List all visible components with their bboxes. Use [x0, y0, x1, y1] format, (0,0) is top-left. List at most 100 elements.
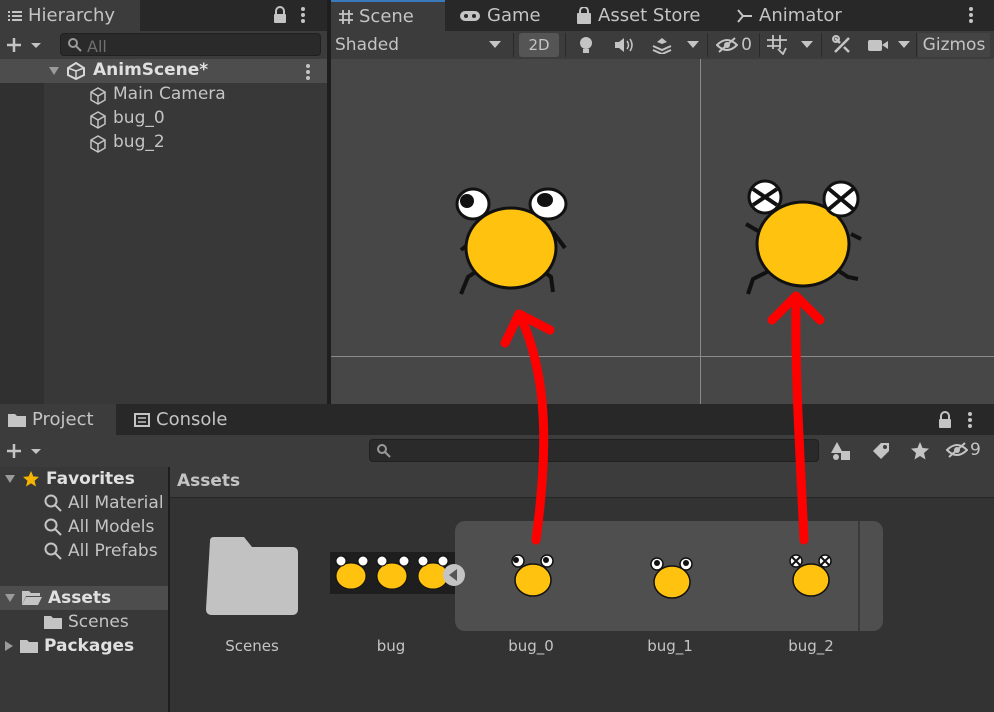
search-icon — [44, 518, 62, 536]
chevron-down-icon — [687, 41, 699, 49]
scenes-folder-icon[interactable] — [206, 537, 298, 615]
favorites-item[interactable]: All Models — [44, 515, 154, 539]
2d-toggle-button[interactable]: 2D — [519, 33, 559, 57]
scene-row[interactable]: AnimScene* — [0, 59, 327, 83]
grid-toggle[interactable] — [761, 31, 793, 59]
project-tree: Favorites All Material All Models All Pr… — [0, 467, 168, 712]
tree-item-assets[interactable]: Assets — [0, 586, 168, 610]
tab-hierarchy[interactable]: Hierarchy — [0, 0, 140, 31]
filter-by-type-icon[interactable] — [830, 441, 852, 461]
chevron-down-icon — [489, 41, 501, 49]
gameobject-icon — [88, 110, 108, 130]
favorites-item-label: All Material — [68, 493, 164, 513]
bug-0-asset-icon[interactable] — [509, 553, 557, 599]
effects-toggle[interactable] — [645, 31, 679, 59]
tab-console[interactable]: Console — [126, 404, 246, 435]
bug-1-asset-icon[interactable] — [648, 555, 696, 601]
eye-slash-icon — [716, 37, 739, 53]
hierarchy-item[interactable]: bug_0 — [0, 107, 327, 131]
tree-item-packages[interactable]: Packages — [0, 634, 134, 658]
folder-icon — [8, 413, 26, 427]
scene-menu-icon[interactable] — [305, 64, 311, 80]
tab-animator[interactable]: Animator — [729, 0, 849, 31]
project-tabbar: Project Console — [0, 404, 994, 435]
grid-axis-vertical — [700, 59, 701, 404]
camera-toggle[interactable] — [863, 31, 893, 59]
grid-icon — [339, 9, 353, 24]
asset-label: bug_2 — [788, 637, 834, 655]
bug-0-sprite[interactable] — [453, 182, 573, 304]
add-icon[interactable] — [5, 36, 45, 54]
breadcrumb-assets[interactable]: Assets — [177, 471, 240, 491]
favorites-item[interactable]: All Prefabs — [44, 539, 158, 563]
hidden-packages-toggle[interactable]: 9 — [946, 440, 981, 460]
grid-axis-horizontal — [331, 356, 994, 357]
asset-grid: Assets Scenes bug bug_0 bug_1 bug_2 — [170, 467, 994, 712]
collapse-arrow-icon[interactable] — [442, 563, 466, 587]
layers-effects-icon — [651, 36, 673, 54]
tab-scene[interactable]: Scene — [331, 0, 445, 31]
bug-spritesheet-thumbnail[interactable] — [330, 552, 455, 594]
favorites-row[interactable]: Favorites — [0, 467, 168, 491]
favorites-item-label: All Prefabs — [68, 541, 158, 561]
tab-project[interactable]: Project — [0, 404, 116, 435]
camera-dropdown[interactable] — [893, 31, 915, 59]
add-icon[interactable] — [5, 442, 45, 460]
tab-asset-store[interactable]: Asset Store — [568, 0, 718, 31]
scene-viewport[interactable] — [331, 59, 994, 404]
tab-game[interactable]: Game — [451, 0, 561, 31]
shading-mode-dropdown[interactable]: Shaded — [331, 31, 515, 59]
tab-animator-label: Animator — [759, 5, 842, 26]
lighting-toggle[interactable] — [569, 31, 603, 59]
collapsed-arrow-icon[interactable] — [4, 640, 14, 652]
more-options-icon[interactable] — [967, 412, 973, 428]
favorites-star-icon — [22, 470, 40, 488]
project-search-input[interactable] — [369, 439, 819, 462]
search-placeholder: All — [87, 37, 107, 56]
lightbulb-icon — [579, 36, 593, 54]
audio-toggle[interactable] — [607, 31, 641, 59]
speaker-icon — [614, 37, 634, 53]
console-icon — [134, 412, 150, 427]
scene-tabbar: Scene Game Asset Store Animator — [331, 0, 994, 31]
tools-toggle[interactable] — [825, 31, 859, 59]
hierarchy-search-input[interactable]: All — [60, 33, 321, 56]
project-panel: Project Console 9 Favorites All Material… — [0, 404, 994, 712]
favorites-item[interactable]: All Material — [44, 491, 164, 515]
gizmos-button[interactable]: Gizmos — [918, 33, 990, 57]
bug-2-asset-icon[interactable] — [787, 553, 835, 599]
hierarchy-item-label: bug_0 — [113, 108, 165, 128]
tab-scene-label: Scene — [359, 6, 414, 27]
expand-arrow-icon[interactable] — [4, 593, 16, 603]
scene-visibility-toggle[interactable]: 0 — [711, 31, 757, 59]
more-options-icon[interactable] — [300, 7, 306, 23]
tag-icon[interactable] — [872, 442, 890, 460]
unity-scene-icon — [66, 62, 86, 80]
breadcrumb: Assets — [170, 467, 994, 498]
search-icon — [377, 444, 391, 458]
asset-label: bug_0 — [508, 637, 554, 655]
lock-icon[interactable] — [938, 411, 952, 429]
tree-item-scenes[interactable]: Scenes — [44, 610, 129, 634]
gizmos-label: Gizmos — [922, 35, 986, 55]
tools-icon — [832, 35, 852, 55]
hierarchy-item[interactable]: bug_2 — [0, 131, 327, 155]
hierarchy-item-label: bug_2 — [113, 132, 165, 152]
tree-item-packages-label: Packages — [44, 636, 135, 656]
lock-icon[interactable] — [273, 6, 287, 24]
bug-2-sprite[interactable] — [743, 179, 868, 304]
grid-dropdown[interactable] — [795, 31, 819, 59]
expand-arrow-icon[interactable] — [48, 66, 60, 76]
expand-arrow-icon[interactable] — [4, 474, 16, 484]
tab-game-label: Game — [487, 5, 541, 26]
folder-icon — [44, 615, 62, 629]
more-options-icon[interactable] — [968, 7, 974, 23]
gameobject-icon — [88, 86, 108, 106]
tree-item-assets-label: Assets — [48, 588, 112, 608]
asset-label: bug — [376, 637, 406, 655]
chevron-down-icon — [801, 41, 813, 49]
star-icon[interactable] — [910, 441, 930, 461]
hierarchy-item[interactable]: Main Camera — [0, 83, 327, 107]
effects-dropdown[interactable] — [681, 31, 705, 59]
shading-mode-value: Shaded — [335, 35, 400, 55]
